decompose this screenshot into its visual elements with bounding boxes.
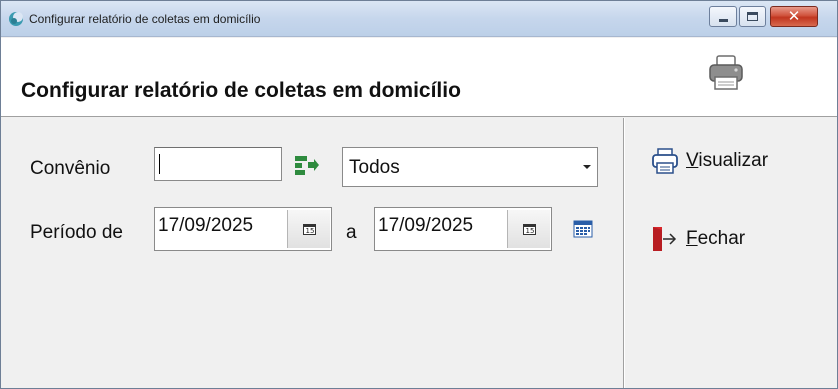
calendar-icon[interactable] — [573, 219, 593, 239]
report-config-window: Configurar relatório de coletas em domic… — [0, 0, 838, 389]
convenio-code-input[interactable] — [154, 147, 282, 181]
close-button[interactable]: ✕ — [770, 6, 818, 27]
calendar-small-icon: 15 — [302, 223, 316, 235]
printer-icon — [652, 148, 678, 174]
date-to-picker-button[interactable]: 15 — [507, 210, 550, 248]
convenio-select-value: Todos — [349, 157, 400, 178]
date-from-value: 17/09/2025 — [158, 215, 254, 236]
dropdown-button[interactable] — [578, 150, 595, 184]
fechar-button[interactable]: Fechar — [650, 222, 745, 256]
vertical-divider-highlight — [624, 118, 625, 388]
app-logo-icon — [9, 12, 23, 26]
periodo-label: Período de — [30, 222, 123, 243]
page-title: Configurar relatório de coletas em domic… — [21, 79, 461, 102]
lookup-arrow-icon[interactable] — [294, 154, 320, 178]
exit-door-icon — [653, 227, 677, 251]
convenio-label: Convênio — [30, 158, 111, 179]
periodo-to-label: a — [346, 222, 357, 243]
content-panel: Convênio Todos Período de 17/09/2025 15 — [1, 118, 837, 388]
printer-icon[interactable] — [706, 53, 746, 93]
visualizar-button[interactable]: Visualizar — [650, 144, 768, 178]
calendar-small-icon: 15 — [522, 223, 536, 235]
chevron-down-icon — [582, 165, 591, 169]
maximize-button[interactable] — [739, 6, 766, 27]
date-to-field[interactable]: 17/09/2025 15 — [374, 207, 552, 251]
date-to-value: 17/09/2025 — [378, 215, 474, 236]
date-from-field[interactable]: 17/09/2025 15 — [154, 207, 332, 251]
title-bar[interactable]: Configurar relatório de coletas em domic… — [1, 1, 837, 37]
fechar-label: Fechar — [686, 228, 746, 249]
text-caret — [159, 154, 160, 174]
header-panel: Configurar relatório de coletas em domic… — [1, 38, 837, 117]
close-icon: ✕ — [787, 7, 801, 25]
visualizar-label: Visualizar — [686, 150, 769, 171]
minimize-icon — [718, 18, 728, 22]
maximize-icon — [747, 12, 758, 21]
convenio-select[interactable]: Todos — [342, 147, 598, 187]
window-title: Configurar relatório de coletas em domic… — [29, 12, 261, 26]
date-from-picker-button[interactable]: 15 — [287, 210, 330, 248]
minimize-button[interactable] — [709, 6, 737, 27]
